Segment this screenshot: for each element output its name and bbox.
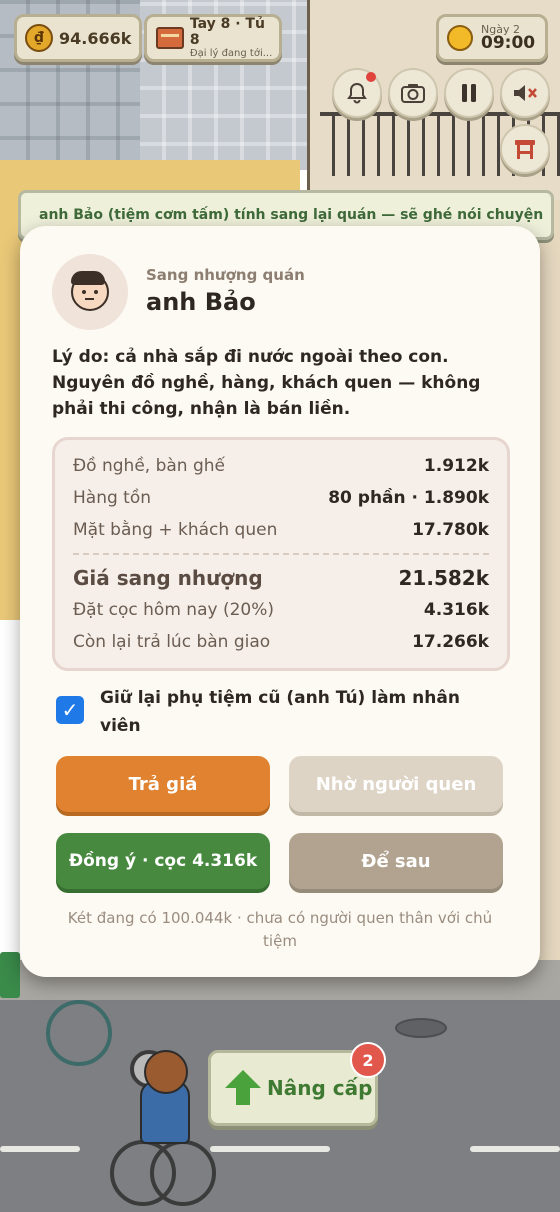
notifications-button[interactable] xyxy=(332,68,382,118)
camera-button[interactable] xyxy=(388,68,438,118)
price-value: 17.780k xyxy=(412,520,489,540)
bicycle-wheel xyxy=(46,1000,112,1066)
mute-button[interactable] xyxy=(500,68,550,118)
avatar xyxy=(52,254,128,330)
price-value: 4.316k xyxy=(423,600,489,620)
furniture-button[interactable] xyxy=(500,124,550,174)
price-label: Đồ nghề, bàn ghế xyxy=(73,456,225,476)
bell-icon xyxy=(347,82,367,104)
coin-balance: ₫ 94.666k xyxy=(14,14,142,62)
trash-bin xyxy=(0,952,20,998)
lane-marking xyxy=(0,1146,80,1152)
order-card-icon xyxy=(156,27,184,49)
price-value: 21.582k xyxy=(398,566,489,590)
later-button[interactable]: Để sau xyxy=(289,833,503,889)
order-status[interactable]: Tay 8 · Tủ 8 Đại lý đang tới... xyxy=(144,14,282,62)
price-label: Mặt bằng + khách quen xyxy=(73,520,278,540)
coin-icon: ₫ xyxy=(25,24,53,52)
price-label: Đặt cọc hôm nay (20%) xyxy=(73,600,275,620)
price-breakdown: Đồ nghề, bàn ghế 1.912k Hàng tồn 80 phần… xyxy=(52,437,510,671)
price-row-premises: Mặt bằng + khách quen 17.780k xyxy=(73,520,489,540)
cash-status-note: Két đang có 100.044k · chưa có người que… xyxy=(67,909,493,950)
cyclist-head xyxy=(144,1050,188,1094)
pause-button[interactable] xyxy=(444,68,494,118)
speaker-muted-icon xyxy=(514,85,537,101)
manhole xyxy=(395,1018,447,1038)
keep-staff-option[interactable]: ✓ Giữ lại phụ tiệm cũ (anh Tú) làm nhân … xyxy=(56,684,506,740)
sun-icon xyxy=(447,25,473,51)
upgrade-count-badge: 2 xyxy=(350,1042,386,1078)
dialog-title: anh Bảo xyxy=(146,288,256,316)
price-value: 1.912k xyxy=(423,456,489,476)
price-value: 80 phần · 1.890k xyxy=(328,488,489,508)
price-row-total: Giá sang nhượng 21.582k xyxy=(73,566,489,590)
arrow-up-icon xyxy=(225,1070,261,1106)
lane-marking xyxy=(470,1146,560,1152)
coin-amount: 94.666k xyxy=(59,28,132,48)
price-label: Còn lại trả lúc bàn giao xyxy=(73,632,271,652)
ask-friend-button[interactable]: Nhờ người quen xyxy=(289,756,503,812)
clock-time: 09:00 xyxy=(481,33,536,53)
dialog-subtitle: Sang nhượng quán xyxy=(146,266,305,284)
price-row-stock: Hàng tồn 80 phần · 1.890k xyxy=(73,488,489,508)
keep-staff-label[interactable]: Giữ lại phụ tiệm cũ (anh Tú) làm nhân vi… xyxy=(100,684,506,740)
price-row-deposit: Đặt cọc hôm nay (20%) 4.316k xyxy=(73,600,489,620)
transfer-reason: Lý do: cả nhà sắp đi nước ngoài theo con… xyxy=(52,347,481,419)
price-label: Giá sang nhượng xyxy=(73,566,263,590)
stool-icon xyxy=(515,140,535,159)
price-label: Hàng tồn xyxy=(73,488,152,508)
order-status-subtitle: Đại lý đang tới... xyxy=(189,47,273,59)
lane-marking xyxy=(210,1146,330,1152)
order-status-title: Tay 8 · Tủ 8 xyxy=(189,16,265,48)
divider xyxy=(73,553,489,555)
agree-deposit-button[interactable]: Đồng ý · cọc 4.316k xyxy=(56,833,270,889)
owner-face-icon xyxy=(71,271,109,311)
offer-price-button[interactable]: Trả giá xyxy=(56,756,270,812)
upgrade-label: Nâng cấp xyxy=(267,1076,373,1100)
camera-icon xyxy=(401,84,425,103)
pause-icon xyxy=(462,84,476,102)
ticker-text: anh Bảo (tiệm cơm tấm) tính sang lại quá… xyxy=(39,207,544,223)
price-value: 17.266k xyxy=(412,632,489,652)
transfer-offer-dialog: Sang nhượng quán anh Bảo Lý do: cả nhà s… xyxy=(20,226,540,977)
price-row-equipment: Đồ nghề, bàn ghế 1.912k xyxy=(73,456,489,476)
bicycle-wheel xyxy=(150,1140,216,1206)
notification-dot xyxy=(366,72,376,82)
price-row-remaining: Còn lại trả lúc bàn giao 17.266k xyxy=(73,632,489,652)
day-clock: Ngày 2 09:00 xyxy=(436,14,548,62)
keep-staff-checkbox[interactable]: ✓ xyxy=(56,696,84,724)
